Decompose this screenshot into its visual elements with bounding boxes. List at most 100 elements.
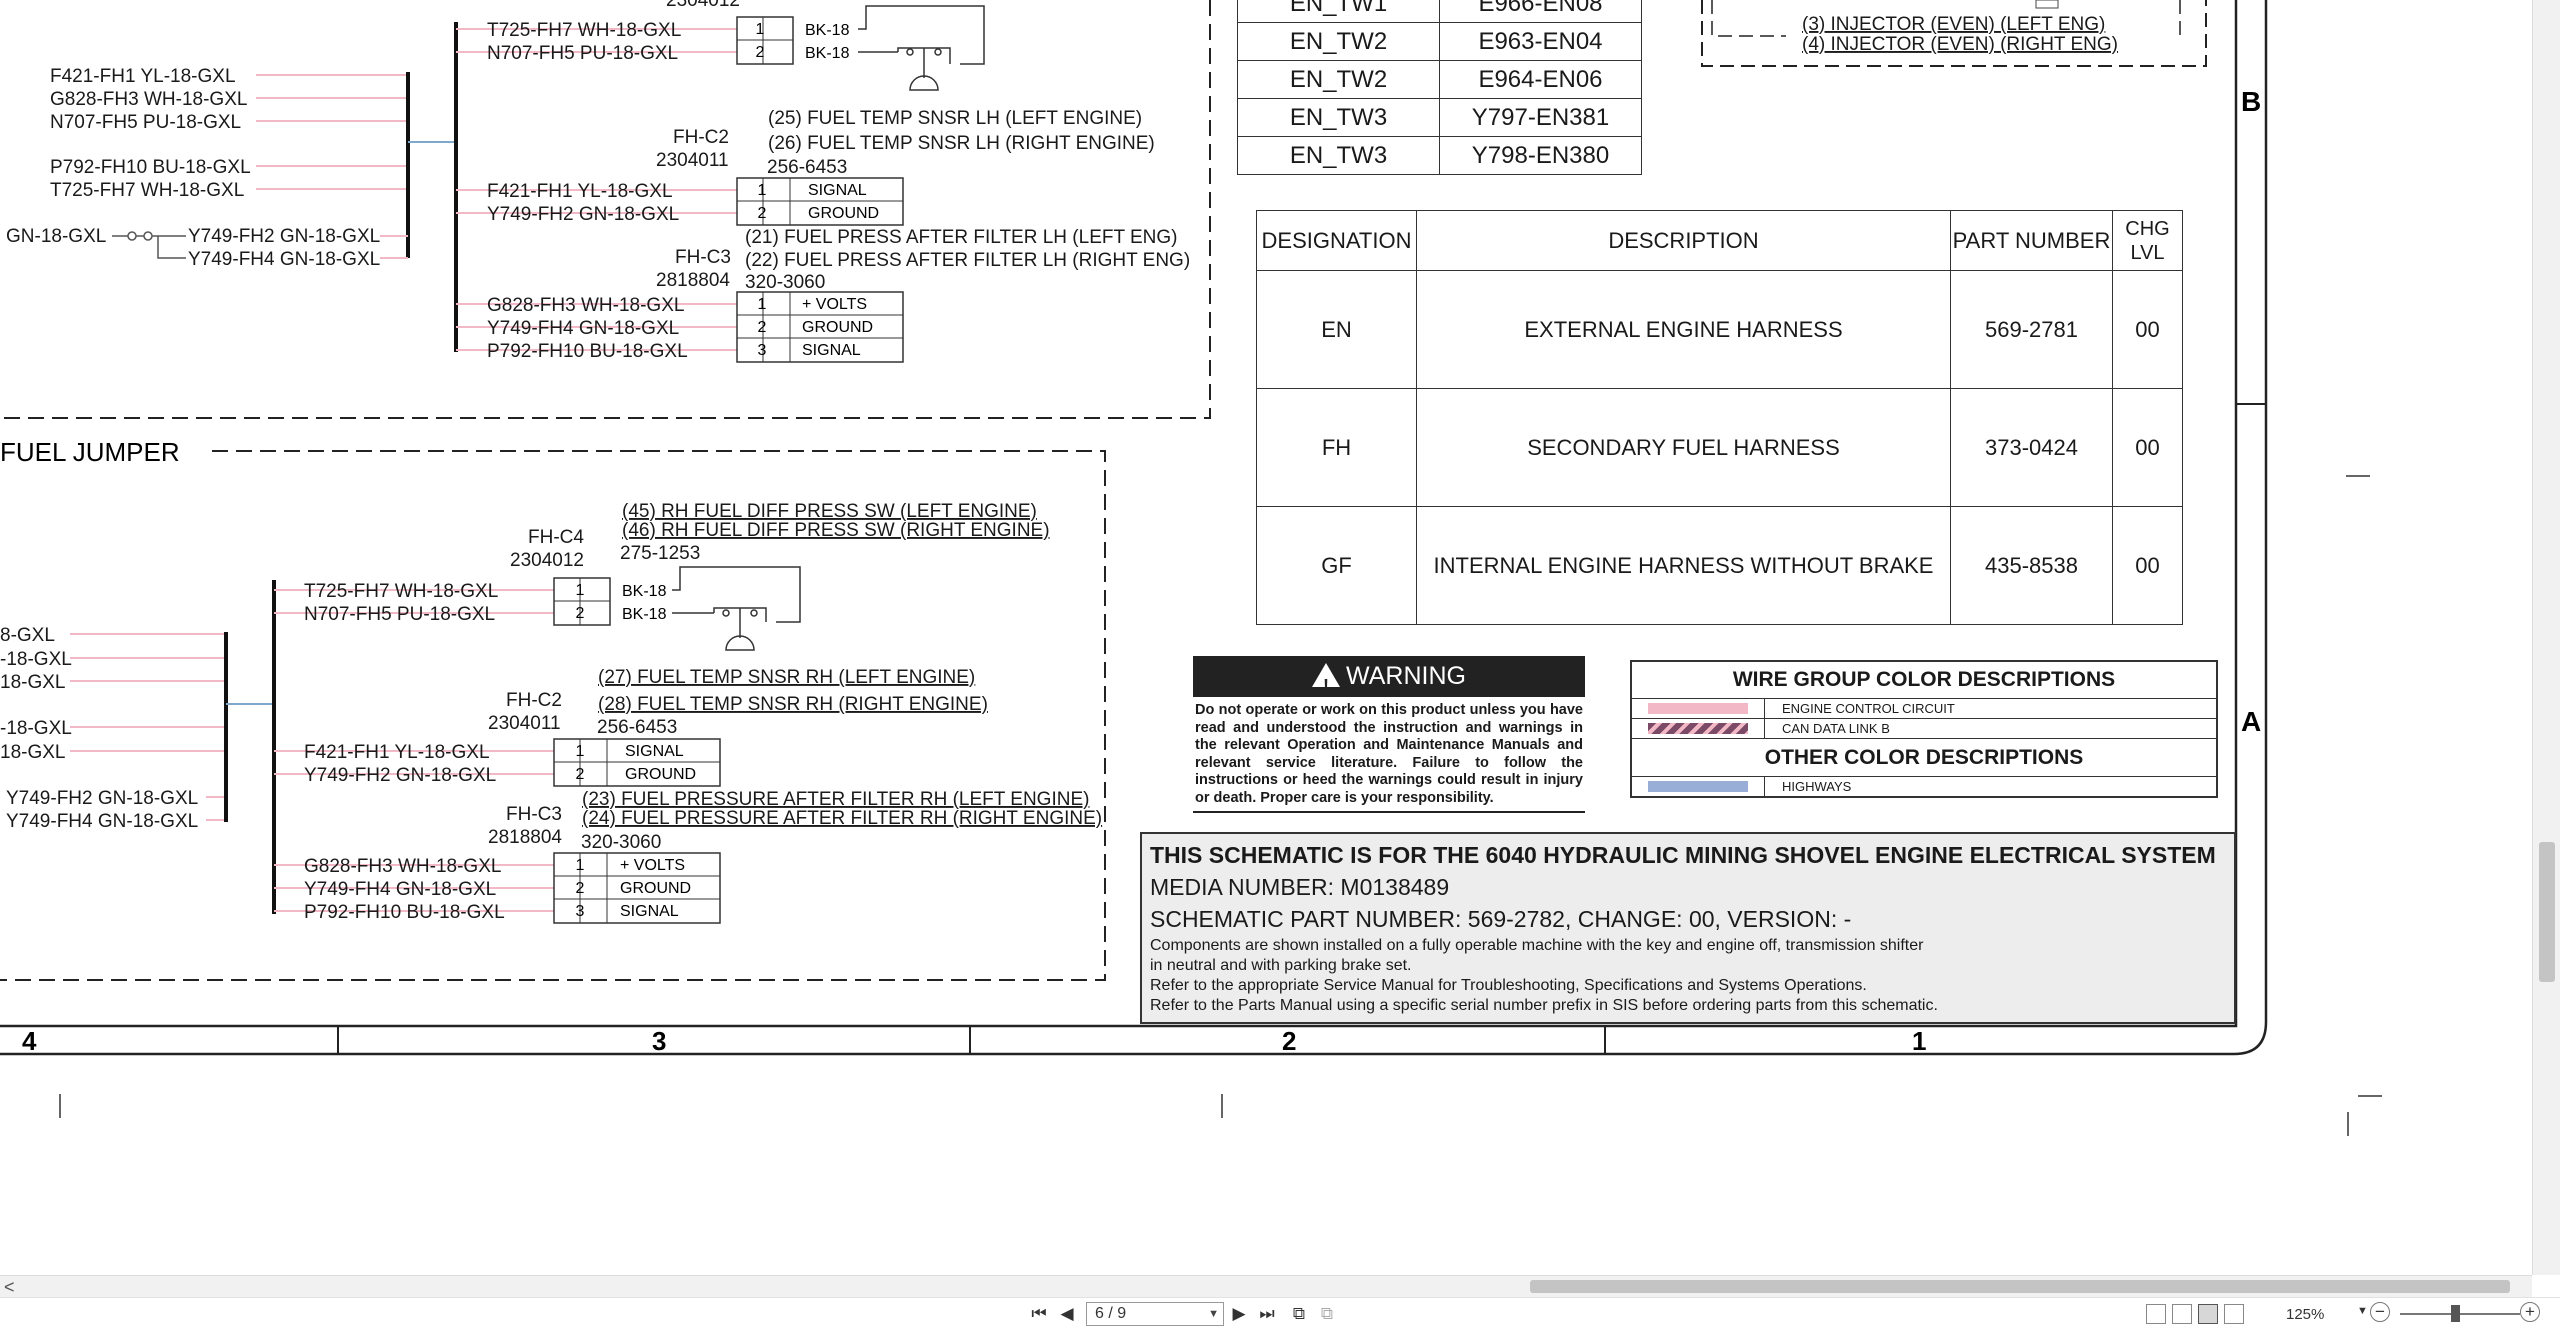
first-page-icon[interactable]: ⏮ bbox=[1028, 1303, 1050, 1325]
previous-page-icon[interactable]: ◀ bbox=[1056, 1303, 1078, 1325]
table-cell: 569-2781 bbox=[1950, 270, 2113, 389]
pin-label: + VOLTS bbox=[802, 296, 867, 313]
zoom-slider-handle[interactable] bbox=[2451, 1305, 2460, 1322]
schematic-notes: THIS SCHEMATIC IS FOR THE 6040 HYDRAULIC… bbox=[1140, 832, 2236, 1024]
zoom-slider[interactable] bbox=[2400, 1313, 2520, 1315]
connector-link[interactable]: (23) FUEL PRESSURE AFTER FILTER RH (LEFT… bbox=[582, 789, 1089, 810]
pin-number: 1 bbox=[576, 743, 585, 760]
splice-wire-label: Y749-FH2 GN-18-GXL bbox=[188, 226, 380, 247]
legend-swatch bbox=[1648, 703, 1748, 714]
vertical-scrollbar[interactable] bbox=[2532, 0, 2560, 1275]
document-viewport[interactable]: F421-FH1 YL-18-GXL G828-FH3 WH-18-GXL N7… bbox=[0, 0, 2532, 1275]
table-row: EN_TW1 E966-EN08 bbox=[1237, 0, 1642, 23]
zoom-out-button[interactable]: − bbox=[2370, 1302, 2390, 1322]
zoom-in-button[interactable]: + bbox=[2520, 1302, 2540, 1322]
table-cell: GF bbox=[1256, 506, 1417, 625]
table-row: EN_TW2 E964-EN06 bbox=[1237, 60, 1642, 99]
pin-label: BK-18 bbox=[805, 45, 850, 62]
connector-part: 320-3060 bbox=[581, 832, 661, 853]
press-wire-label: Y749-FH4 GN-18-GXL bbox=[487, 318, 679, 339]
table-cell: 373-0424 bbox=[1950, 388, 2113, 507]
connector-code: 2818804 bbox=[488, 827, 562, 848]
lower-wire-label: 18-GXL bbox=[0, 742, 65, 763]
chevron-down-icon[interactable]: ▼ bbox=[1208, 1303, 1219, 1325]
legend-row: ENGINE CONTROL CIRCUIT bbox=[1632, 698, 2216, 718]
press-wire-label: P792-FH10 BU-18-GXL bbox=[487, 341, 688, 362]
vertical-scroll-thumb[interactable] bbox=[2539, 842, 2555, 982]
table-cell: 435-8538 bbox=[1950, 506, 2113, 625]
table-cell: FH bbox=[1256, 388, 1417, 507]
single-page-view-icon[interactable] bbox=[2146, 1304, 2166, 1324]
table-row: FH SECONDARY FUEL HARNESS 373-0424 00 bbox=[1256, 388, 2183, 507]
zone-col-label: 3 bbox=[652, 1026, 666, 1056]
copy-page-icon[interactable]: ⧉ bbox=[1288, 1303, 1310, 1325]
scroll-left-icon[interactable]: < bbox=[4, 1277, 15, 1298]
table-cell: 00 bbox=[2112, 506, 2183, 625]
paste-page-icon[interactable]: ⧉ bbox=[1316, 1303, 1338, 1325]
connector-id: FH-C3 bbox=[506, 804, 562, 825]
lower-wire-label: 18-GXL bbox=[0, 672, 65, 693]
notes-title: THIS SCHEMATIC IS FOR THE 6040 HYDRAULIC… bbox=[1150, 842, 2216, 868]
two-page-view-icon[interactable] bbox=[2198, 1304, 2218, 1324]
harness-table: DESIGNATION DESCRIPTION PART NUMBER CHG … bbox=[1256, 210, 2183, 625]
splice-wire-label: GN-18-GXL bbox=[6, 226, 106, 247]
horizontal-scrollbar[interactable]: < bbox=[0, 1275, 2532, 1297]
table-cell: 00 bbox=[2112, 270, 2183, 389]
page-number-input[interactable]: 6 / 9 ▼ bbox=[1086, 1302, 1224, 1326]
continuous-two-page-view-icon[interactable] bbox=[2224, 1304, 2244, 1324]
table-row: GF INTERNAL ENGINE HARNESS WITHOUT BRAKE 4… bbox=[1256, 506, 2183, 625]
warning-icon bbox=[1312, 663, 1341, 707]
lower-wire-label: -18-GXL bbox=[0, 718, 72, 739]
harness-header-description: DESCRIPTION bbox=[1416, 210, 1951, 271]
page-indicator: 6 / 9 bbox=[1095, 1305, 1127, 1322]
harness-header-part: PART NUMBER bbox=[1950, 210, 2113, 271]
table-cell: E963-EN04 bbox=[1439, 22, 1642, 61]
connector-link[interactable]: (28) FUEL TEMP SNSR RH (RIGHT ENGINE) bbox=[598, 694, 988, 715]
table-row: EN_TW3 Y797-EN381 bbox=[1237, 98, 1642, 137]
next-page-icon[interactable]: ▶ bbox=[1228, 1303, 1250, 1325]
table-cell: Y798-EN380 bbox=[1439, 136, 1642, 175]
table-row: EN_TW3 Y798-EN380 bbox=[1237, 136, 1642, 175]
pin-number: 2 bbox=[756, 44, 765, 61]
pin-number: 1 bbox=[576, 857, 585, 874]
last-page-icon[interactable]: ⏭ bbox=[1256, 1303, 1278, 1325]
connector-link[interactable]: (45) RH FUEL DIFF PRESS SW (LEFT ENGINE) bbox=[622, 501, 1037, 522]
connector-id: FH-C2 bbox=[506, 690, 562, 711]
pin-label: SIGNAL bbox=[625, 743, 684, 760]
pin-label: GROUND bbox=[808, 205, 879, 222]
connector-link[interactable]: (46) RH FUEL DIFF PRESS SW (RIGHT ENGINE… bbox=[622, 520, 1050, 541]
zone-row-label: B bbox=[2241, 86, 2261, 117]
legend-row: CAN DATA LINK B bbox=[1632, 718, 2216, 738]
press-wire-label: Y749-FH4 GN-18-GXL bbox=[304, 879, 496, 900]
switch-wire-label: T725-FH7 WH-18-GXL bbox=[304, 581, 498, 602]
connector-id: FH-C3 bbox=[675, 247, 731, 268]
press-wire-label: G828-FH3 WH-18-GXL bbox=[487, 295, 684, 316]
splice-icon bbox=[143, 231, 153, 241]
zoom-level[interactable]: 125% bbox=[2286, 1306, 2324, 1323]
legend-label: HIGHWAYS bbox=[1782, 779, 1852, 794]
viewer-toolbar: ⏮ ◀ 6 / 9 ▼ ▶ ⏭ ⧉ ⧉ 125% ▼ − + bbox=[0, 1297, 2560, 1330]
connector-code: 2304011 bbox=[656, 150, 729, 171]
injector-link[interactable]: (3) INJECTOR (EVEN) (LEFT ENG) bbox=[1802, 14, 2105, 35]
legend-swatch bbox=[1648, 723, 1748, 734]
chevron-down-icon[interactable]: ▼ bbox=[2357, 1305, 2368, 1317]
connector-code: 2304012 bbox=[510, 550, 584, 571]
table-cell: INTERNAL ENGINE HARNESS WITHOUT BRAKE bbox=[1416, 506, 1951, 625]
injector-link[interactable]: (4) INJECTOR (EVEN) (RIGHT ENG) bbox=[1802, 34, 2118, 55]
pin-label: + VOLTS bbox=[620, 857, 685, 874]
continuous-view-icon[interactable] bbox=[2172, 1304, 2192, 1324]
connector-link[interactable]: (27) FUEL TEMP SNSR RH (LEFT ENGINE) bbox=[598, 667, 975, 688]
warning-title: WARNING bbox=[1346, 662, 1466, 690]
connector-link[interactable]: (24) FUEL PRESSURE AFTER FILTER RH (RIGH… bbox=[582, 808, 1102, 829]
pressure-switch-icon bbox=[672, 566, 801, 651]
pin-number: 3 bbox=[758, 342, 767, 359]
pin-number: 3 bbox=[576, 903, 585, 920]
splice-wire-label: Y749-FH4 GN-18-GXL bbox=[6, 811, 198, 832]
zone-col-label: 2 bbox=[1282, 1026, 1296, 1056]
lower-wire-label: -18-GXL bbox=[0, 649, 72, 670]
splice-wire-label: Y749-FH4 GN-18-GXL bbox=[188, 249, 380, 270]
connector-link: (22) FUEL PRESS AFTER FILTER LH (RIGHT E… bbox=[745, 250, 1190, 271]
switch-wire-label: N707-FH5 PU-18-GXL bbox=[487, 43, 678, 64]
horizontal-scroll-thumb[interactable] bbox=[1530, 1280, 2510, 1293]
pin-label: GROUND bbox=[802, 319, 873, 336]
